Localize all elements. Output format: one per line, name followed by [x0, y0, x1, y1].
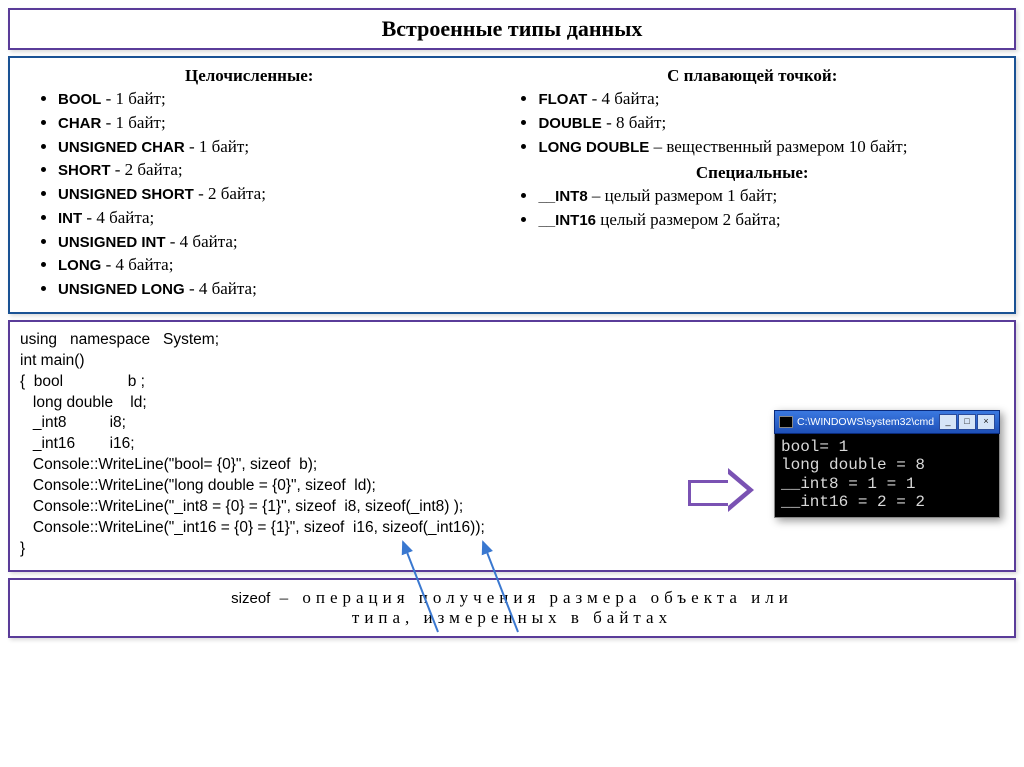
arrow-icon — [688, 472, 758, 508]
cmd-window: C:\WINDOWS\system32\cmd.exe _ □ × bool= … — [774, 410, 1000, 519]
list-item: unsigned long - 4 байта; — [58, 278, 474, 300]
type-keyword: __int8 — [538, 188, 587, 205]
type-keyword: double — [538, 115, 601, 132]
type-keyword: unsigned int — [58, 234, 166, 251]
title-text: Встроенные типы данных — [382, 16, 643, 41]
list-item: unsigned int - 4 байта; — [58, 231, 474, 253]
type-keyword: unsigned long — [58, 281, 185, 298]
type-keyword: __int16 — [538, 212, 596, 229]
floating-list: float - 4 байта;double - 8 байт;long dou… — [504, 88, 1000, 157]
type-keyword: long — [58, 257, 101, 274]
type-keyword: short — [58, 162, 111, 179]
cmd-icon — [779, 416, 793, 428]
type-keyword: unsigned char — [58, 139, 185, 156]
sizeof-keyword: sizeof — [231, 590, 270, 607]
list-item: float - 4 байта; — [538, 88, 1000, 110]
types-panel: Целочисленные: bool - 1 байт;char - 1 ба… — [8, 56, 1016, 314]
code-area: using namespace System; int main() { boo… — [8, 320, 1016, 572]
special-heading: Специальные: — [504, 163, 1000, 183]
list-item: unsigned char - 1 байт; — [58, 136, 474, 158]
type-keyword: float — [538, 91, 587, 108]
list-item: unsigned short - 2 байта; — [58, 183, 474, 205]
integer-column: Целочисленные: bool - 1 байт;char - 1 ба… — [24, 66, 474, 302]
cmd-titlebar: C:\WINDOWS\system32\cmd.exe _ □ × — [774, 410, 1000, 434]
type-keyword: bool — [58, 91, 101, 108]
integer-heading: Целочисленные: — [24, 66, 474, 86]
cmd-max-button[interactable]: □ — [958, 414, 976, 430]
right-column: С плавающей точкой: float - 4 байта;doub… — [504, 66, 1000, 302]
sizeof-line1: – операция получения размера объекта или — [270, 588, 793, 607]
page-title: Встроенные типы данных — [8, 8, 1016, 50]
list-item: double - 8 байт; — [538, 112, 1000, 134]
special-list: __int8 – целый размером 1 байт;__int16 ц… — [504, 185, 1000, 231]
cmd-output: bool= 1 long double = 8 __int8 = 1 = 1 _… — [774, 434, 1000, 519]
floating-heading: С плавающей точкой: — [504, 66, 1000, 86]
cmd-close-button[interactable]: × — [977, 414, 995, 430]
list-item: bool - 1 байт; — [58, 88, 474, 110]
type-keyword: int — [58, 210, 82, 227]
list-item: char - 1 байт; — [58, 112, 474, 134]
sizeof-note: sizeof – операция получения размера объе… — [8, 578, 1016, 638]
list-item: __int8 – целый размером 1 байт; — [538, 185, 1000, 207]
cmd-min-button[interactable]: _ — [939, 414, 957, 430]
cmd-title: C:\WINDOWS\system32\cmd.exe — [797, 416, 935, 428]
sizeof-line2: типа, измеренных в байтах — [352, 608, 672, 627]
list-item: long double – вещественный размером 10 б… — [538, 136, 1000, 158]
integer-list: bool - 1 байт;char - 1 байт;unsigned cha… — [24, 88, 474, 300]
list-item: __int16 целый размером 2 байта; — [538, 209, 1000, 231]
list-item: long - 4 байта; — [58, 254, 474, 276]
list-item: short - 2 байта; — [58, 159, 474, 181]
type-keyword: char — [58, 115, 101, 132]
type-keyword: unsigned short — [58, 186, 194, 203]
type-keyword: long double — [538, 139, 649, 156]
list-item: int - 4 байта; — [58, 207, 474, 229]
